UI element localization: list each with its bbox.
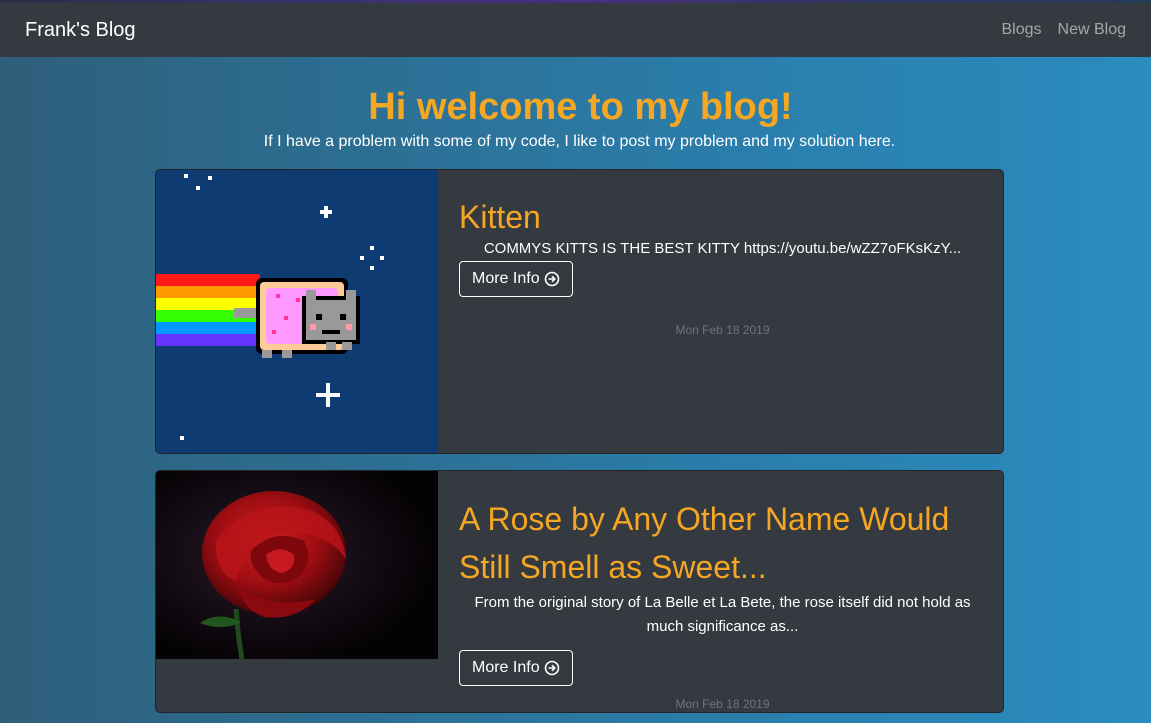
hero: Hi welcome to my blog! If I have a probl… bbox=[0, 84, 1151, 152]
blog-card: A Rose by Any Other Name Would Still Sme… bbox=[155, 470, 1004, 713]
rose-image bbox=[156, 471, 438, 660]
navbar: Frank's Blog Blogs New Blog bbox=[0, 3, 1151, 57]
page-title: Hi welcome to my blog! bbox=[368, 86, 793, 128]
post-title[interactable]: Kitten bbox=[459, 197, 986, 237]
nav-link-blogs[interactable]: Blogs bbox=[1001, 21, 1041, 39]
arrow-circle-right-icon bbox=[544, 271, 560, 287]
post-excerpt: COMMYS KITTS IS THE BEST KITTY https://y… bbox=[483, 240, 962, 257]
nav-link-new-blog[interactable]: New Blog bbox=[1058, 21, 1126, 39]
more-info-label: More Info bbox=[472, 659, 540, 676]
post-excerpt: From the original story of La Belle et L… bbox=[474, 594, 971, 635]
more-info-button[interactable]: More Info bbox=[459, 650, 573, 686]
blog-card: Kitten COMMYS KITTS IS THE BEST KITTY ht… bbox=[155, 169, 1004, 454]
post-date: Mon Feb 18 2019 bbox=[675, 323, 770, 337]
nyan-cat-image bbox=[156, 170, 438, 453]
nav-links: Blogs New Blog bbox=[1001, 21, 1126, 39]
arrow-circle-right-icon bbox=[544, 660, 560, 676]
more-info-label: More Info bbox=[472, 270, 540, 287]
more-info-button[interactable]: More Info bbox=[459, 261, 573, 297]
post-date: Mon Feb 18 2019 bbox=[675, 697, 770, 711]
card-body: Kitten COMMYS KITTS IS THE BEST KITTY ht… bbox=[459, 170, 986, 297]
page-subtitle: If I have a problem with some of my code… bbox=[263, 133, 896, 150]
post-title[interactable]: A Rose by Any Other Name Would Still Sme… bbox=[459, 495, 986, 591]
navbar-brand[interactable]: Frank's Blog bbox=[25, 19, 136, 42]
card-body: A Rose by Any Other Name Would Still Sme… bbox=[459, 471, 986, 686]
